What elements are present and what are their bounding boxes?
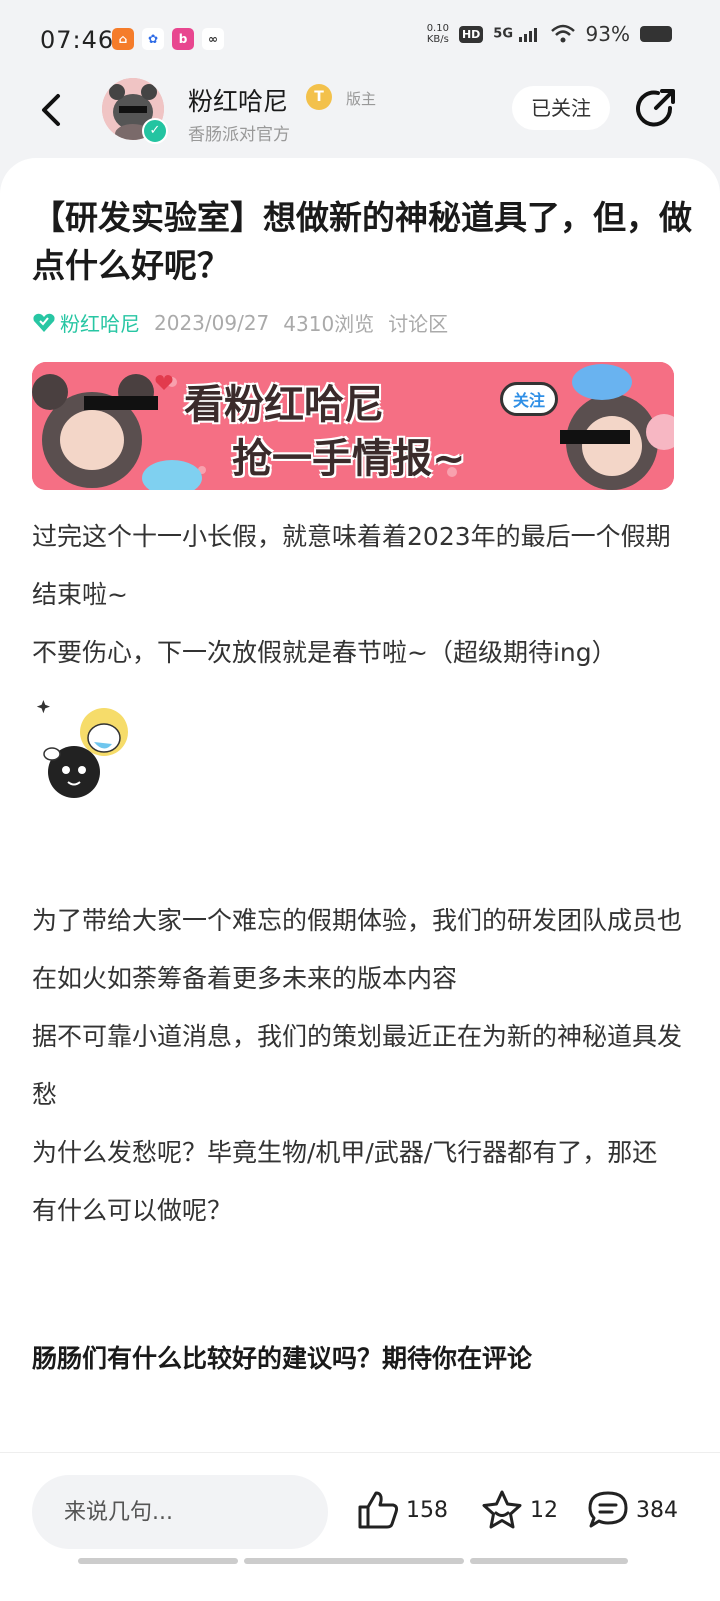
bottom-action-bar: 158 12 384: [0, 1452, 720, 1601]
post-card: 【研发实验室】想做新的神秘道具了，但，做点什么好呢？ 粉红哈尼 2023/09/…: [0, 158, 720, 1600]
network-speed-value: 0.10: [426, 23, 449, 34]
notification-icons: ⌂ ✿ b ∞: [112, 28, 224, 50]
post-paragraph: 为了带给大家一个难忘的假期体验，我们的研发团队成员也在如火如荼筹备着更多未来的版…: [32, 906, 683, 993]
verified-check-icon: ✓: [142, 118, 168, 144]
post-header: ✓ 粉红哈尼 T 版主 香肠派对官方 已关注: [0, 78, 720, 160]
post-paragraph: 为什么发愁呢？毕竟生物/机甲/武器/飞行器都有了，那还有什么可以做呢？: [32, 1138, 658, 1225]
like-count: 158: [406, 1497, 448, 1523]
bilibili-icon: b: [172, 28, 194, 50]
battery-percent: 93%: [585, 22, 630, 46]
paragraph-spacer: [32, 1240, 682, 1330]
comment-button[interactable]: 384: [586, 1489, 678, 1531]
favorite-count: 12: [530, 1497, 558, 1523]
favorite-button[interactable]: 12: [480, 1489, 558, 1531]
link-app-icon: ∞: [202, 28, 224, 50]
wifi-icon: [550, 24, 575, 43]
network-speed: 0.10 KB/s: [427, 23, 449, 45]
post-section[interactable]: 讨论区: [388, 308, 448, 337]
status-time: 07:46: [40, 26, 115, 54]
follow-banner-image[interactable]: 看粉红哈尼 抢一手情报~ 关注: [32, 362, 674, 490]
star-icon: [482, 1490, 522, 1529]
thumbs-up-icon: [358, 1491, 399, 1529]
network-speed-unit: KB/s: [426, 34, 449, 45]
heart-icon: [33, 313, 55, 332]
banner-follow-bubble: 关注: [500, 382, 559, 416]
post-paragraph: 据不可靠小道消息，我们的策划最近正在为新的神秘道具发愁: [32, 1022, 683, 1109]
post-meta: 粉红哈尼 2023/09/27 4310浏览 讨论区: [32, 308, 448, 337]
comment-input[interactable]: [32, 1475, 328, 1549]
paw-app-icon: ✿: [142, 28, 164, 50]
signal-icon: 5G: [493, 26, 539, 42]
post-date: 2023/09/27: [154, 310, 270, 335]
signal-label: 5G: [493, 26, 514, 42]
like-button[interactable]: 158: [356, 1489, 448, 1531]
battery-icon: [640, 26, 672, 42]
status-bar: 07:46 ⌂ ✿ b ∞ 0.10 KB/s HD 5G 93%: [0, 0, 720, 80]
post-author-name: 粉红哈尼: [60, 312, 140, 336]
author-name[interactable]: 粉红哈尼: [188, 82, 288, 118]
app-notification-icon: ⌂: [112, 28, 134, 50]
post-question-line: 肠肠们有什么比较好的建议吗？期待你在评论: [32, 1344, 533, 1373]
banner-headline: 看粉红哈尼: [184, 382, 384, 428]
post-paragraph: 过完这个十一小长假，就意味着着2023年的最后一个假期结束啦~: [32, 522, 671, 609]
status-right: 0.10 KB/s HD 5G 93%: [427, 22, 672, 46]
author-subtitle: 香肠派对官方: [188, 125, 290, 145]
post-views: 4310浏览: [283, 312, 375, 336]
hd-icon: HD: [458, 25, 484, 43]
level-badge: T: [306, 84, 332, 110]
post-body: 过完这个十一小长假，就意味着着2023年的最后一个假期结束啦~ 不要伤心，下一次…: [32, 508, 682, 1388]
nav-handle-segment: [78, 1558, 238, 1564]
comment-count: 384: [636, 1497, 678, 1523]
share-icon[interactable]: [632, 86, 678, 132]
post-title: 【研发实验室】想做新的神秘道具了，但，做点什么好呢？: [32, 198, 692, 285]
banner-subheadline: 抢一手情报~: [232, 436, 466, 482]
sticker-image: [32, 692, 132, 802]
moderator-label: 版主: [346, 90, 377, 108]
nav-handle-segment: [470, 1558, 628, 1564]
back-arrow-icon[interactable]: [34, 90, 74, 130]
nav-handle-segment: [244, 1558, 464, 1564]
follow-button[interactable]: 已关注: [512, 86, 610, 130]
comment-bubble-icon: [588, 1491, 628, 1528]
post-paragraph: 不要伤心，下一次放假就是春节啦~（超级期待ing）: [32, 638, 617, 667]
post-author-tag[interactable]: 粉红哈尼: [32, 308, 140, 337]
